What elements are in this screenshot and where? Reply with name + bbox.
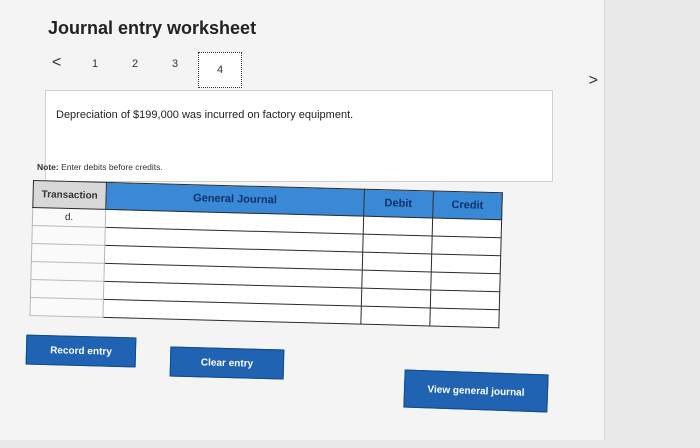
worksheet-panel: Journal entry worksheet < 1 2 3 4 > Depr…	[0, 0, 605, 440]
nav-page-1[interactable]: 1	[92, 58, 98, 70]
transaction-cell	[30, 261, 105, 282]
note-text: Enter debits before credits.	[61, 162, 163, 172]
header-credit: Credit	[432, 190, 503, 220]
credit-input[interactable]	[431, 235, 502, 256]
nav-page-4[interactable]: 4	[198, 52, 242, 88]
header-debit: Debit	[363, 189, 434, 218]
debit-input[interactable]	[360, 288, 431, 308]
transaction-cell	[29, 297, 104, 318]
debit-input[interactable]	[360, 306, 431, 326]
record-entry-button[interactable]: Record entry	[25, 334, 137, 368]
transaction-description: Depreciation of $199,000 was incurred on…	[56, 109, 354, 121]
header-transaction: Transaction	[32, 180, 107, 210]
credit-input[interactable]	[429, 307, 500, 328]
credit-input[interactable]	[431, 253, 501, 274]
note-label: Note:	[37, 162, 59, 172]
view-general-journal-button[interactable]: View general journal	[403, 369, 549, 413]
debit-input[interactable]	[361, 270, 432, 290]
debit-input[interactable]	[362, 234, 432, 254]
worksheet-nav: < 1 2 3 4 >	[48, 50, 598, 90]
transaction-cell	[31, 243, 105, 264]
transaction-cell	[31, 225, 106, 246]
debit-input[interactable]	[361, 252, 432, 272]
chevron-right-icon[interactable]: >	[589, 72, 598, 90]
clear-entry-button[interactable]: Clear entry	[169, 346, 285, 380]
debit-input[interactable]	[362, 216, 433, 236]
nav-page-3[interactable]: 3	[172, 58, 178, 70]
transaction-cell	[30, 279, 105, 300]
credit-input[interactable]	[431, 217, 502, 238]
chevron-left-icon[interactable]: <	[52, 54, 61, 72]
transaction-cell: d.	[32, 207, 106, 228]
nav-page-2[interactable]: 2	[132, 58, 138, 70]
credit-input[interactable]	[430, 289, 500, 310]
journal-table: Transaction General Journal Debit Credit…	[29, 180, 503, 329]
credit-input[interactable]	[430, 271, 501, 292]
page-title: Journal entry worksheet	[48, 18, 257, 38]
note: Note: Enter debits before credits.	[37, 162, 163, 172]
